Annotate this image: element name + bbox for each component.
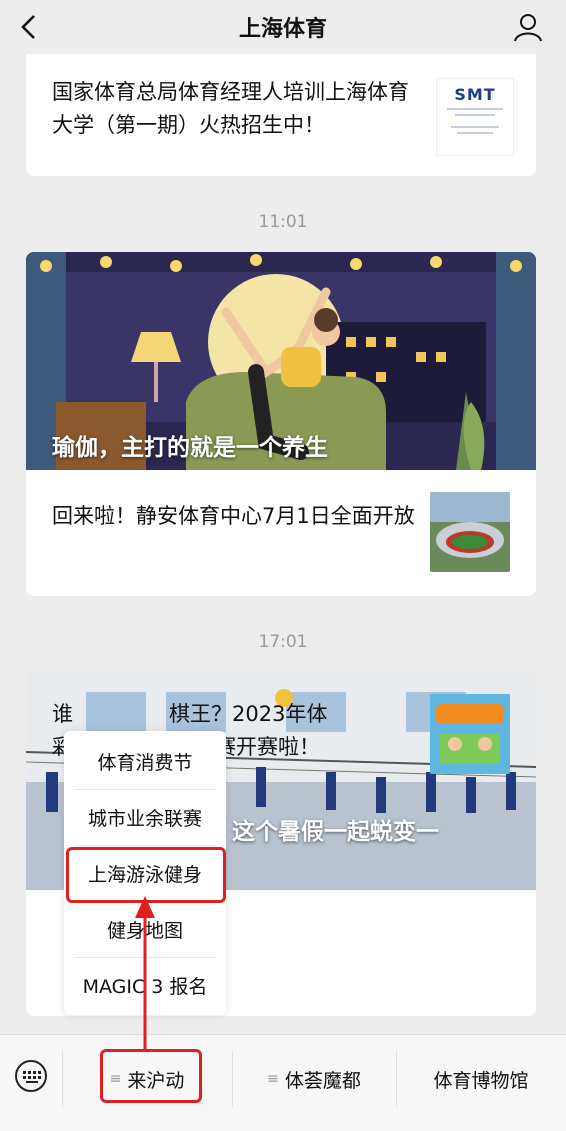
hero-title: 瑜伽，主打的就是一个养生 xyxy=(52,435,328,461)
stadium-thumbnail xyxy=(430,492,510,572)
keyboard-icon[interactable] xyxy=(14,1059,48,1093)
highlight-box-tab xyxy=(100,1049,202,1103)
lottery-thumbnail xyxy=(430,694,510,774)
article-card[interactable]: 瑜伽，主打的就是一个养生 回来啦！静安体育中心7月1日全面开放 xyxy=(26,252,536,596)
page-title: 上海体育 xyxy=(238,17,327,42)
article-card[interactable]: 国家体育总局体育经理人培训上海体育大学（第一期）火热招生中！ SMT xyxy=(26,54,536,176)
tab-label: 体育博物馆 xyxy=(433,1069,529,1092)
smt-logo: SMT xyxy=(454,85,496,104)
menu-item-sports-consumption-festival[interactable]: 体育消费节 xyxy=(64,733,226,789)
tab-sports-museum[interactable]: 体育博物馆 xyxy=(396,1057,566,1101)
menu-item-city-amateur-league[interactable]: 城市业余联赛 xyxy=(64,789,226,845)
menu-burger-icon: ≡ xyxy=(267,1071,279,1087)
article-title: 回来啦！静安体育中心7月1日全面开放 xyxy=(52,504,415,528)
list-item[interactable]: 回来啦！静安体育中心7月1日全面开放 xyxy=(26,470,536,596)
up-arrow-icon xyxy=(135,896,155,1052)
nav-bar: 上海体育 xyxy=(0,0,566,54)
article-title: 国家体育总局体育经理人培训上海体育大学（第一期）火热招生中！ xyxy=(52,80,409,137)
tab-ti-hui-mo-du[interactable]: ≡ 体荟魔都 xyxy=(232,1057,396,1101)
timestamp: 17:01 xyxy=(258,632,308,652)
tab-label: 体荟魔都 xyxy=(284,1069,361,1092)
back-arrow-icon[interactable] xyxy=(14,12,44,42)
article-thumbnail: SMT xyxy=(436,78,514,156)
timestamp: 11:01 xyxy=(258,212,308,232)
bottom-menu-bar: ≡ 来沪动 ≡ 体荟魔都 体育博物馆 xyxy=(0,1034,566,1131)
profile-icon[interactable] xyxy=(512,11,544,43)
hero-image[interactable]: 瑜伽，主打的就是一个养生 xyxy=(26,252,536,470)
